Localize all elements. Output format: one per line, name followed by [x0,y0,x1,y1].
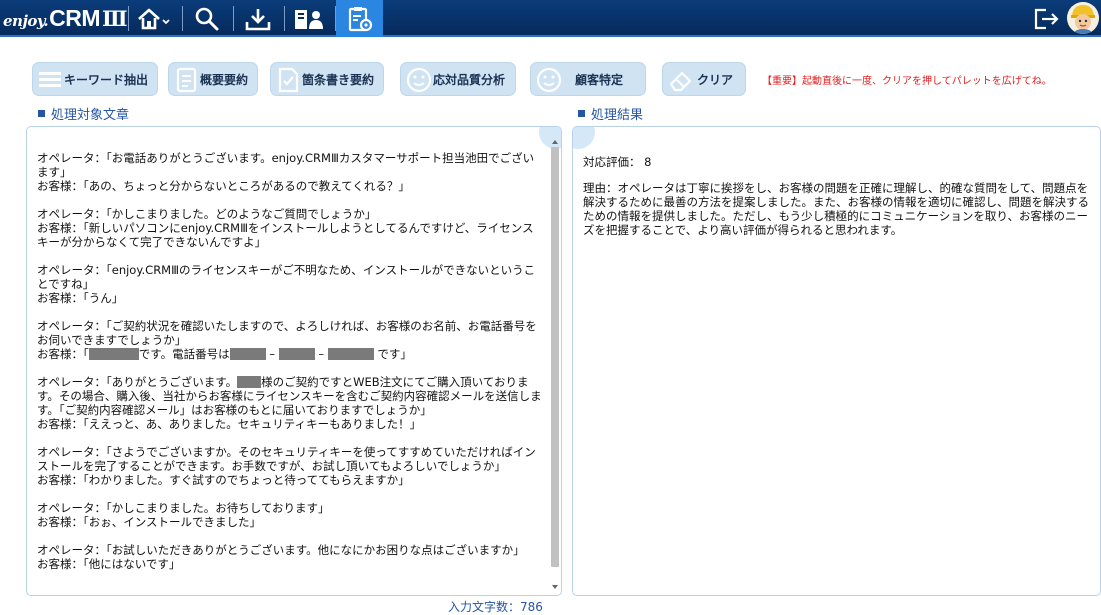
scrollbar-thumb[interactable] [551,147,559,567]
conversation-line [37,529,543,543]
conversation-line: オペレータ：「enjoy.CRMⅢのライセンスキーがご不明なため、インストールが… [37,263,536,291]
contacts-icon [295,9,323,29]
evaluation-score: 対応評価： 8 [583,155,652,169]
logo-enjoy-text: enjoy. [3,12,49,30]
source-section-label: 処理対象文章 [51,108,130,123]
conversation-line: お客様：「わかりました。すぐ試すのでちょっと待っててもらえますか」 [37,473,410,487]
result-section-title: 処理結果 [578,104,643,123]
home-icon [137,8,170,29]
bullet-summary-button[interactable]: 箇条書き要約 [270,62,384,96]
clear-label: クリア [696,72,733,87]
conversation-line: お客様：「おぉ、インストールできました」 [37,515,262,529]
conversation-line: お客様：「新しいパソコンにenjoy.CRMⅢをインストールしようとしてるんです… [37,221,534,249]
action-toolbar: キーワード抽出 概要要約 箇条書き要約 応対品質分析 顧客特定 クリア 【重要】… [0,62,1101,98]
search-icon [195,7,219,30]
logout-icon [1034,8,1059,29]
customer-identify-button[interactable]: 顧客特定 [530,62,646,96]
logo-version-text: Ⅲ [102,6,128,31]
top-nav-bar: enjoy. CRM Ⅲ [0,0,1101,37]
scroll-down-arrow-icon[interactable] [552,585,558,589]
conversation-line [37,249,543,263]
redacted-block [237,376,262,388]
result-panel: 対応評価： 8 理由：オペレータは丁寧に挨拶をし、お客様の問題を正確に理解し、的… [572,126,1101,596]
download-button[interactable] [237,0,279,37]
nav-divider [128,6,129,31]
bullet-summary-label: 箇条書き要約 [301,72,374,87]
conversation-line [37,487,543,501]
keyword-extract-button[interactable]: キーワード抽出 [32,62,158,96]
square-bullet-icon [38,110,45,117]
avatar[interactable] [1067,2,1099,34]
nav-divider [182,6,183,31]
conversation-line [37,361,543,375]
download-icon [245,8,271,30]
search-button[interactable] [186,0,228,37]
analysis-tool-button[interactable] [336,0,383,37]
nav-divider [233,6,234,31]
conversation-line: お客様：「あの、ちょっと分からないところがあるので教えてくれる？」 [37,179,410,193]
important-notice: 【重要】起動直後に一度、クリアを押してパレットを広げてね。 [762,76,1052,87]
redacted-block [327,348,374,360]
panel-corner-decoration [573,127,595,149]
logo-crm-text: CRM [49,5,100,31]
result-section-label: 処理結果 [591,108,644,123]
source-section-title: 処理対象文章 [38,104,129,123]
conversation-line [37,431,543,445]
input-char-count: 入力文字数：786 [448,600,543,614]
conversation-line: オペレータ：「お電話ありがとうございます。enjoy.CRMⅢカスタマーサポート… [37,151,535,179]
redacted-block [88,348,139,360]
keyword-extract-label: キーワード抽出 [63,72,148,87]
square-bullet-icon [578,110,585,117]
conversation-line: オペレータ：「かしこまりました。お待ちしております」 [37,501,330,515]
conversation-line: お客様：「ええっと、あ、ありました。セキュリティキーもありました！」 [37,417,422,431]
app-logo[interactable]: enjoy. CRM Ⅲ [3,5,128,32]
conversation-line: お客様：「他にはないです」 [37,557,181,571]
summary-button[interactable]: 概要要約 [168,62,258,96]
user-avatar-icon [1067,2,1099,34]
customer-identify-label: 顧客特定 [574,72,623,87]
source-text-area[interactable]: オペレータ：「お電話ありがとうございます。enjoy.CRMⅢカスタマーサポート… [37,151,543,571]
redacted-block [229,348,266,360]
summary-label: 概要要約 [199,72,248,87]
conversation-line: オペレータ：「ありがとうございます。 様のご契約ですとWEB注文にてご購入頂いてお… [37,375,542,417]
conversation-line: オペレータ：「お試しいただきありがとうございます。他になにかお困りな点はございま… [37,543,525,557]
source-text-panel[interactable]: オペレータ：「お電話ありがとうございます。enjoy.CRMⅢカスタマーサポート… [26,126,562,596]
clear-button[interactable]: クリア [662,62,746,96]
home-menu-button[interactable] [132,0,177,37]
conversation-line: お客様：「 です。電話番号は – – です」 [37,347,412,361]
logout-button[interactable] [1030,0,1062,37]
conversation-line [37,305,543,319]
scroll-up-arrow-icon[interactable] [552,140,558,144]
conversation-line [37,193,543,207]
contacts-button[interactable] [288,0,330,37]
redacted-block [278,348,315,360]
conversation-line: オペレータ：「ご契約状況を確認いたしますので、よろしければ、お客様のお名前、お電… [37,319,537,347]
quality-analysis-button[interactable]: 応対品質分析 [400,62,516,96]
nav-divider [284,6,285,31]
conversation-line: お客様：「うん」 [37,291,124,305]
clipboard-settings-icon [348,6,372,31]
evaluation-reason: 理由：オペレータは丁寧に挨拶をし、お客様の問題を正確に理解し、的確な質問をして、… [583,181,1089,237]
conversation-line: オペレータ：「かしこまりました。どのようなご質問でしょうか」 [37,207,377,221]
conversation-line: オペレータ：「さようでございますか。そのセキュリティキーを使ってすすめていただけ… [37,445,536,473]
quality-analysis-label: 応対品質分析 [432,72,505,87]
